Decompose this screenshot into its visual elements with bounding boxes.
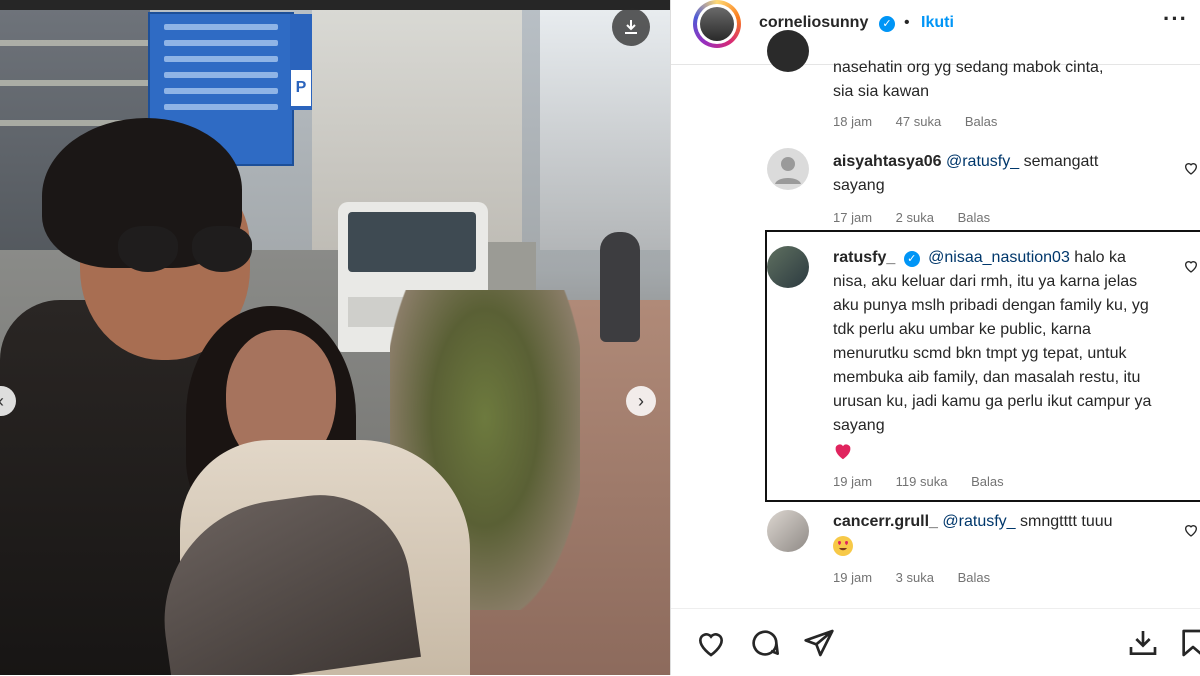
building-right [540, 10, 670, 250]
author-username[interactable]: corneliosunny [759, 14, 868, 32]
post-photo[interactable]: P › ‹ [0, 0, 670, 675]
heart-eyes-emoji-icon [833, 535, 853, 556]
heart-outline-icon[interactable] [1183, 160, 1199, 176]
comment-mention[interactable]: @nisaa_nasution03 [928, 249, 1070, 266]
header-separator: • [904, 14, 910, 31]
comments-panel: corneliosunny ✓ • Ikuti ··· nasehatin or… [670, 0, 1200, 675]
parking-letter: P [291, 70, 311, 106]
commenter-username[interactable]: cancerr.grull_ [833, 513, 938, 530]
photo-top-strip [0, 0, 670, 10]
post-actions-bar [671, 608, 1200, 676]
bookmark-icon[interactable] [1177, 627, 1200, 659]
red-heart-emoji-icon [835, 444, 851, 460]
download-icon[interactable] [612, 8, 650, 46]
heart-outline-icon[interactable] [1183, 522, 1199, 538]
sunglasses [118, 226, 256, 276]
comment-icon[interactable] [749, 627, 781, 659]
pedestrian [600, 232, 640, 342]
commenter-avatar[interactable] [767, 30, 809, 72]
commenter-avatar[interactable] [767, 246, 809, 288]
like-heart-icon[interactable] [695, 627, 727, 659]
reply-button[interactable]: Balas [958, 570, 991, 585]
commenter-username[interactable]: aisyahtasya06 [833, 153, 942, 170]
comment-text: nasehatin org yg sedang mabok cinta, [833, 59, 1104, 76]
reply-button[interactable]: Balas [965, 114, 998, 129]
more-options-icon[interactable]: ··· [1163, 6, 1188, 32]
verified-badge-icon: ✓ [879, 16, 895, 32]
comment-time: 17 jam [833, 210, 873, 225]
commenter-avatar[interactable] [767, 510, 809, 552]
send-icon[interactable] [803, 627, 835, 659]
comment-text: smngtttt tuuu [1020, 513, 1113, 530]
verified-badge-icon: ✓ [903, 251, 920, 267]
reply-button[interactable]: Balas [958, 210, 991, 225]
author-avatar[interactable] [693, 0, 741, 48]
comment-likes[interactable]: 3 suka [896, 570, 934, 585]
next-photo-chevron-icon[interactable]: › [626, 386, 656, 416]
comment-time: 19 jam [833, 474, 873, 489]
comment-text: halo ka nisa, aku keluar dari rmh, itu y… [833, 249, 1152, 434]
commenter-username[interactable]: ratusfy_ [833, 249, 895, 266]
comment-time: 19 jam [833, 570, 873, 585]
comment-time: 18 jam [833, 114, 873, 129]
heart-outline-icon[interactable] [1183, 258, 1199, 274]
comment-text-cont: sia sia kawan [833, 83, 930, 100]
reply-button[interactable]: Balas [971, 474, 1004, 489]
download-tray-icon[interactable] [1127, 627, 1159, 659]
follow-button[interactable]: Ikuti [921, 14, 954, 32]
comment-likes[interactable]: 2 suka [896, 210, 934, 225]
comment-likes[interactable]: 47 suka [896, 114, 942, 129]
comment-mention[interactable]: @ratusfy_ [946, 153, 1019, 170]
commenter-avatar[interactable] [767, 148, 809, 190]
comment-likes[interactable]: 119 suka [896, 474, 948, 489]
comment-mention[interactable]: @ratusfy_ [942, 513, 1015, 530]
